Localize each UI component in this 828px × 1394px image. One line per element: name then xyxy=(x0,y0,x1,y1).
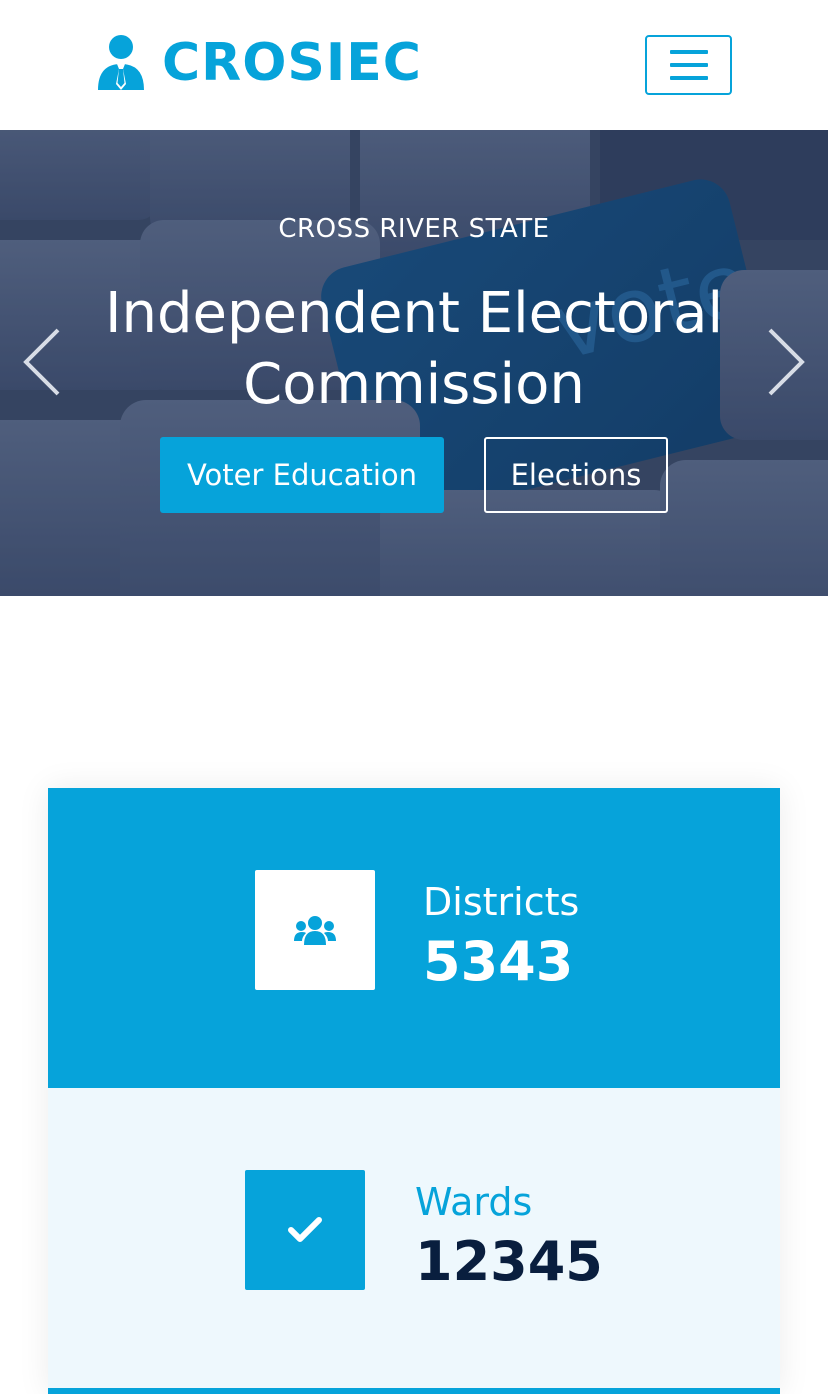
stat-wards: Wards 12345 xyxy=(48,1088,780,1388)
page: CROSIEC vote CROSS RIVER STATE Independe… xyxy=(0,0,828,1394)
stat-next-block-edge xyxy=(48,1388,780,1394)
brand-logo-link[interactable]: CROSIEC xyxy=(96,34,422,92)
stat-value: 5343 xyxy=(423,930,574,993)
check-icon xyxy=(288,1217,322,1242)
hero-title: Independent Electoral Commission xyxy=(104,281,724,417)
stat-label: Wards xyxy=(415,1180,533,1224)
users-icon xyxy=(294,916,336,945)
stat-value: 12345 xyxy=(415,1230,603,1293)
hamburger-menu-icon xyxy=(669,50,708,80)
voter-education-button[interactable]: Voter Education xyxy=(160,437,444,513)
hero-carousel: vote CROSS RIVER STATE Independent Elect… xyxy=(0,130,828,596)
stat-label: Districts xyxy=(423,880,580,924)
menu-toggle-button[interactable] xyxy=(645,35,732,95)
chevron-right-icon xyxy=(768,328,805,396)
hero-eyebrow: CROSS RIVER STATE xyxy=(278,214,550,244)
stat-districts: Districts 5343 xyxy=(48,788,780,1088)
site-header: CROSIEC xyxy=(0,0,828,130)
user-tie-icon xyxy=(98,35,144,90)
stats-card: Districts 5343 Wards 12345 xyxy=(48,788,780,1394)
carousel-prev-button[interactable] xyxy=(20,326,64,402)
chevron-left-icon xyxy=(23,328,60,396)
carousel-next-button[interactable] xyxy=(764,326,808,402)
stat-icon-box xyxy=(245,1170,365,1290)
brand-name: CROSIEC xyxy=(162,33,422,93)
stat-icon-box xyxy=(255,870,375,990)
elections-button[interactable]: Elections xyxy=(484,437,668,513)
